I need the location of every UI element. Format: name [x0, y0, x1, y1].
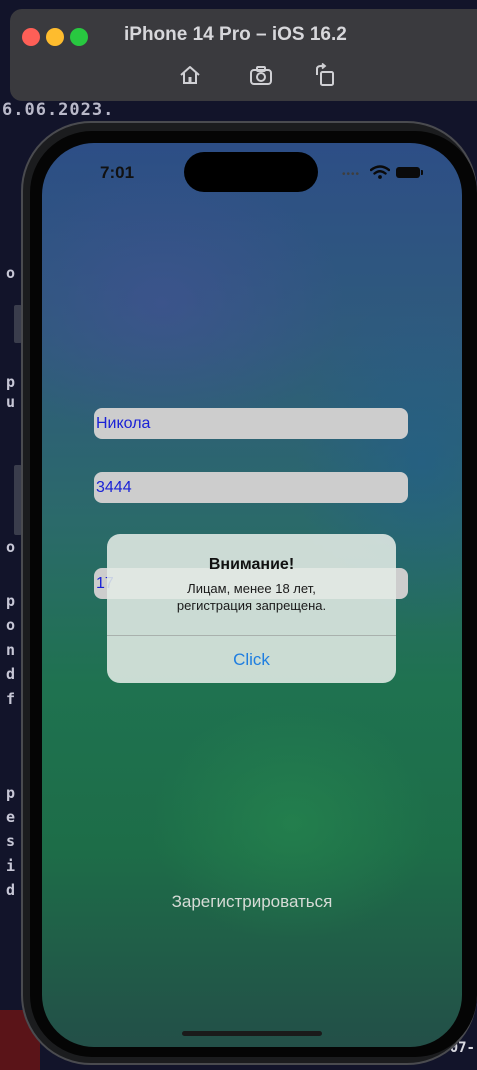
background-code-char: o [6, 538, 16, 556]
background-code-char: o [6, 264, 16, 282]
alert-title: Внимание! [208, 556, 295, 573]
zoom-window-button[interactable] [70, 28, 88, 46]
background-code-char: d [6, 881, 16, 899]
alert-click-button[interactable]: Click [107, 636, 396, 683]
background-code-char: p [6, 784, 16, 802]
background-code-char: u [6, 393, 16, 411]
home-icon[interactable] [177, 63, 203, 87]
background-code-char: n [6, 641, 16, 659]
background-code-char: p [6, 592, 16, 610]
status-time: 7:01 [100, 163, 135, 182]
second-input[interactable]: 3444 [94, 472, 408, 503]
screenshot-icon[interactable] [248, 63, 274, 87]
alert-message-line: регистрация запрещена. [176, 598, 327, 613]
background-code-char: p [6, 373, 16, 391]
alert-message-line: Лицам, менее 18 лет, [187, 581, 316, 596]
background-date-text: 6.06.2023. [2, 100, 115, 120]
home-indicator[interactable] [182, 1031, 322, 1036]
alert-dialog: Внимание! Лицам, менее 18 лет, регистрац… [107, 534, 396, 683]
close-window-button[interactable] [22, 28, 40, 46]
signal-icon: •••• [342, 169, 361, 180]
background-code-char: s [6, 832, 16, 850]
simulator-title: iPhone 14 Pro – iOS 16.2 [124, 24, 347, 45]
phone-screen: 7:01 •••• Никола 3444 17 Зарегистрироват… [42, 143, 462, 1047]
rotate-icon[interactable] [312, 63, 338, 87]
dynamic-island [184, 152, 318, 192]
minimize-window-button[interactable] [46, 28, 64, 46]
background-code-char: i [6, 857, 16, 875]
background-code-char: e [6, 808, 16, 826]
name-input[interactable]: Никола [94, 408, 408, 439]
background-code-char: o [6, 616, 16, 634]
alert-message: Лицам, менее 18 лет, регистрация запреще… [127, 580, 376, 614]
wifi-icon [370, 165, 390, 179]
simulator-titlebar: iPhone 14 Pro – iOS 16.2 [10, 9, 477, 101]
register-button[interactable]: Зарегистрироваться [42, 892, 462, 912]
background-code-char: d [6, 665, 16, 683]
battery-icon [396, 167, 423, 178]
background-code-char: f [6, 690, 16, 708]
